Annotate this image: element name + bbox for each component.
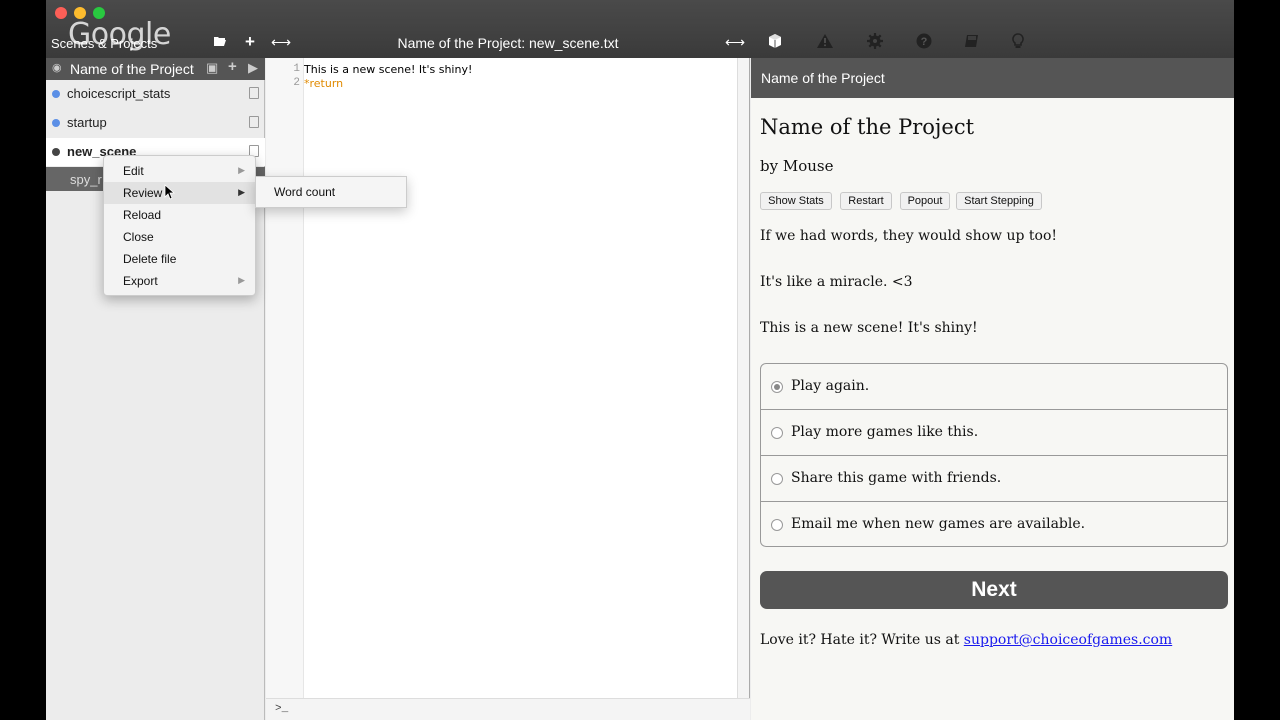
- menu-item-label: Close: [123, 230, 154, 244]
- menu-item-label: Review: [123, 186, 163, 200]
- google-watermark-logo: Google: [68, 17, 171, 52]
- save-icon[interactable]: [249, 87, 259, 99]
- folder-open-icon[interactable]: [209, 33, 231, 51]
- game-title: Name of the Project: [760, 115, 975, 139]
- svg-text:?: ?: [921, 36, 928, 48]
- scene-label: choicescript_stats: [67, 86, 171, 101]
- menu-item-word-count[interactable]: Word count: [274, 185, 335, 199]
- book-icon[interactable]: [960, 33, 984, 55]
- code-line[interactable]: This is a new scene! It's shiny!: [304, 63, 472, 76]
- submenu-arrow-icon: ▶: [238, 187, 245, 197]
- review-submenu: Word count: [255, 176, 407, 208]
- play-icon[interactable]: ▶: [248, 60, 258, 76]
- app-window: Scenes & Projects Google + ⟷ Name of the…: [46, 0, 1234, 720]
- show-stats-button[interactable]: Show Stats: [760, 192, 832, 210]
- scene-item-startup[interactable]: startup: [46, 109, 265, 137]
- radio-button[interactable]: [771, 519, 783, 531]
- editor-scrollbar[interactable]: [737, 58, 749, 720]
- menu-item-review[interactable]: Review ▶: [104, 182, 255, 204]
- code-line[interactable]: *return: [304, 77, 343, 90]
- submenu-arrow-icon: ▶: [238, 275, 245, 285]
- help-icon[interactable]: ?: [912, 33, 936, 55]
- save-icon[interactable]: [249, 116, 259, 128]
- save-icon[interactable]: ▣: [206, 60, 218, 76]
- menu-item-export[interactable]: Export ▶: [104, 270, 255, 292]
- resize-horizontal-icon[interactable]: ⟷: [270, 33, 292, 51]
- choice-label: Play more games like this.: [791, 424, 979, 440]
- menu-item-reload[interactable]: Reload: [104, 204, 255, 226]
- line-number: 2: [293, 77, 300, 89]
- choice-option[interactable]: Share this game with friends.: [761, 455, 1227, 501]
- eye-icon[interactable]: ◉: [52, 61, 62, 74]
- choice-option[interactable]: Email me when new games are available.: [761, 501, 1227, 547]
- start-stepping-button[interactable]: Start Stepping: [956, 192, 1042, 210]
- popout-button[interactable]: Popout: [900, 192, 950, 210]
- mouse-cursor-icon: [164, 184, 176, 205]
- line-number: 1: [293, 63, 300, 75]
- project-name: Name of the Project: [70, 61, 194, 77]
- menu-item-label: Reload: [123, 208, 162, 222]
- menu-item-label: Edit: [123, 164, 144, 178]
- radio-button[interactable]: [771, 427, 783, 439]
- file-title: Name of the Project: new_scene.txt: [397, 35, 619, 51]
- preview-header: Name of the Project: [751, 58, 1234, 98]
- gear-icon[interactable]: [863, 33, 887, 55]
- story-paragraph: This is a new scene! It's shiny!: [760, 320, 978, 336]
- letterbox-right: [1234, 0, 1280, 720]
- story-paragraph: It's like a miracle. <3: [760, 274, 913, 290]
- scene-status-dot: [52, 148, 60, 156]
- console-bar[interactable]: >_: [266, 698, 750, 720]
- support-email-link[interactable]: support@choiceofgames.com: [964, 632, 1172, 648]
- submenu-arrow-icon: ▶: [238, 165, 245, 175]
- preview-header-title: Name of the Project: [761, 70, 885, 86]
- project-row[interactable]: ◉ Name of the Project ▣ + ▶: [46, 58, 265, 80]
- context-menu: Edit ▶ Review ▶ Reload Close Delete file…: [103, 155, 256, 296]
- choice-option[interactable]: Play again.: [761, 364, 1227, 410]
- resize-horizontal-icon[interactable]: ⟷: [724, 33, 746, 51]
- choice-option[interactable]: Play more games like this.: [761, 409, 1227, 455]
- lightbulb-icon[interactable]: [1006, 33, 1030, 55]
- story-paragraph: If we had words, they would show up too!: [760, 228, 1058, 244]
- add-scene-icon[interactable]: +: [228, 58, 237, 75]
- code-editor[interactable]: 1 2 This is a new scene! It's shiny! *re…: [266, 58, 750, 720]
- window-close-button[interactable]: [55, 7, 67, 19]
- scene-label: startup: [67, 115, 107, 130]
- choice-list: Play again. Play more games like this. S…: [760, 363, 1228, 547]
- add-project-icon[interactable]: +: [239, 33, 261, 51]
- cube-icon[interactable]: [763, 33, 787, 55]
- scene-label: spy_r: [70, 172, 102, 187]
- warning-icon[interactable]: [813, 33, 837, 55]
- choice-label: Share this game with friends.: [791, 470, 1002, 486]
- restart-button[interactable]: Restart: [840, 192, 892, 210]
- choice-label: Email me when new games are available.: [791, 516, 1086, 532]
- menu-item-delete-file[interactable]: Delete file: [104, 248, 255, 270]
- choice-label: Play again.: [791, 378, 870, 394]
- radio-button[interactable]: [771, 473, 783, 485]
- feedback-note: Love it? Hate it? Write us at support@ch…: [760, 632, 1172, 648]
- console-prompt: >_: [275, 703, 289, 715]
- next-button[interactable]: Next: [760, 571, 1228, 609]
- menu-item-label: Delete file: [123, 252, 177, 266]
- menu-item-edit[interactable]: Edit ▶: [104, 160, 255, 182]
- scene-item-choicescript-stats[interactable]: choicescript_stats: [46, 80, 265, 108]
- radio-button[interactable]: [771, 381, 783, 393]
- line-number-gutter: 1 2: [266, 58, 304, 720]
- scene-status-dot: [52, 119, 60, 127]
- feedback-text: Love it? Hate it? Write us at: [760, 632, 964, 648]
- scene-status-dot: [52, 90, 60, 98]
- menu-item-label: Export: [123, 274, 158, 288]
- menu-item-close[interactable]: Close: [104, 226, 255, 248]
- toolbar: Scenes & Projects Google + ⟷ Name of the…: [46, 0, 1234, 58]
- game-preview: Name of the Project Name of the Project …: [751, 58, 1234, 720]
- game-author: by Mouse: [760, 157, 834, 175]
